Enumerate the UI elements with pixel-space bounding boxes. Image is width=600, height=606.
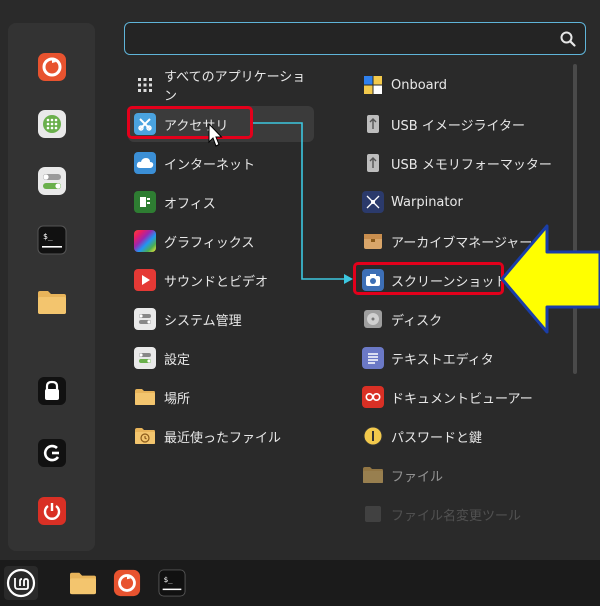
svg-text:$_: $_ <box>164 575 173 584</box>
taskbar: $_ <box>0 560 600 606</box>
files-folder-icon <box>70 572 96 595</box>
taskbar-files[interactable] <box>66 566 100 600</box>
annotation-overlay <box>208 122 600 334</box>
connector-arrow <box>253 122 344 280</box>
connector-arrowhead <box>344 274 353 284</box>
taskbar-terminal[interactable]: $_ <box>155 566 189 600</box>
terminal-icon: $_ <box>158 569 186 597</box>
big-pointer-arrow <box>500 224 600 334</box>
taskbar-firefox[interactable] <box>110 566 144 600</box>
application-menu: $_ すべてのアプリケーション アクセサリ インターネット オフィス グラフィッ… <box>0 0 600 560</box>
firefox-icon <box>113 569 141 597</box>
mint-menu-icon <box>6 568 36 598</box>
mouse-cursor-icon <box>208 122 223 147</box>
mint-menu-button[interactable] <box>4 566 38 600</box>
